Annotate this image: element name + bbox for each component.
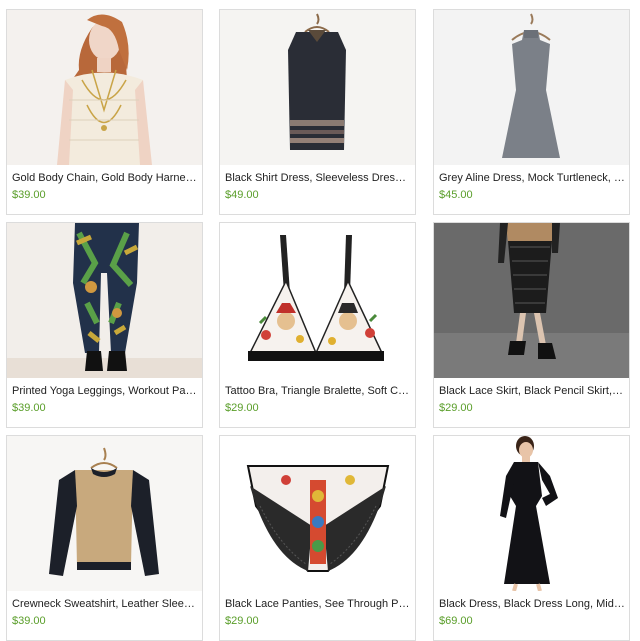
listing-card[interactable]: Black Lace Skirt, Black Pencil Skirt, Hi… <box>433 222 630 428</box>
listing-title[interactable]: Grey Aline Dress, Mock Turtleneck, 9... <box>439 172 625 184</box>
listing-image[interactable] <box>7 10 202 165</box>
listing-title[interactable]: Black Dress, Black Dress Long, Midi D... <box>439 598 625 610</box>
listing-image[interactable] <box>7 436 202 591</box>
listing-card[interactable]: Printed Yoga Leggings, Workout Pant... $… <box>6 222 203 428</box>
listing-price: $29.00 <box>225 402 259 414</box>
listing-price: $69.00 <box>439 615 473 627</box>
listing-card[interactable]: Tattoo Bra, Triangle Bralette, Soft Cup.… <box>219 222 416 428</box>
listing-price: $39.00 <box>12 402 46 414</box>
listing-image[interactable] <box>434 10 629 165</box>
listing-price: $39.00 <box>12 189 46 201</box>
listing-card[interactable]: Crewneck Sweatshirt, Leather Sleeve... $… <box>6 435 203 641</box>
listing-title[interactable]: Crewneck Sweatshirt, Leather Sleeve... <box>12 598 198 610</box>
listing-grid: Gold Body Chain, Gold Body Harness,... $… <box>0 0 640 641</box>
listing-card[interactable]: Black Shirt Dress, Sleeveless Dress, Bl.… <box>219 9 416 215</box>
listing-image[interactable] <box>220 223 415 378</box>
listing-title[interactable]: Black Lace Skirt, Black Pencil Skirt, Hi… <box>439 385 625 397</box>
listing-title[interactable]: Gold Body Chain, Gold Body Harness,... <box>12 172 198 184</box>
listing-title[interactable]: Black Lace Panties, See Through Pant... <box>225 598 411 610</box>
listing-image[interactable] <box>220 436 415 591</box>
listing-image[interactable] <box>220 10 415 165</box>
listing-image[interactable] <box>434 223 629 378</box>
listing-card[interactable]: Gold Body Chain, Gold Body Harness,... $… <box>6 9 203 215</box>
listing-price: $49.00 <box>225 189 259 201</box>
listing-title[interactable]: Printed Yoga Leggings, Workout Pant... <box>12 385 198 397</box>
listing-card[interactable]: Black Dress, Black Dress Long, Midi D...… <box>433 435 630 641</box>
listing-title[interactable]: Black Shirt Dress, Sleeveless Dress, Bl.… <box>225 172 411 184</box>
listing-price: $29.00 <box>439 402 473 414</box>
listing-price: $45.00 <box>439 189 473 201</box>
listing-price: $29.00 <box>225 615 259 627</box>
listing-image[interactable] <box>434 436 629 591</box>
listing-card[interactable]: Grey Aline Dress, Mock Turtleneck, 9... … <box>433 9 630 215</box>
listing-image[interactable] <box>7 223 202 378</box>
listing-title[interactable]: Tattoo Bra, Triangle Bralette, Soft Cup.… <box>225 385 411 397</box>
listing-card[interactable]: Black Lace Panties, See Through Pant... … <box>219 435 416 641</box>
listing-price: $39.00 <box>12 615 46 627</box>
